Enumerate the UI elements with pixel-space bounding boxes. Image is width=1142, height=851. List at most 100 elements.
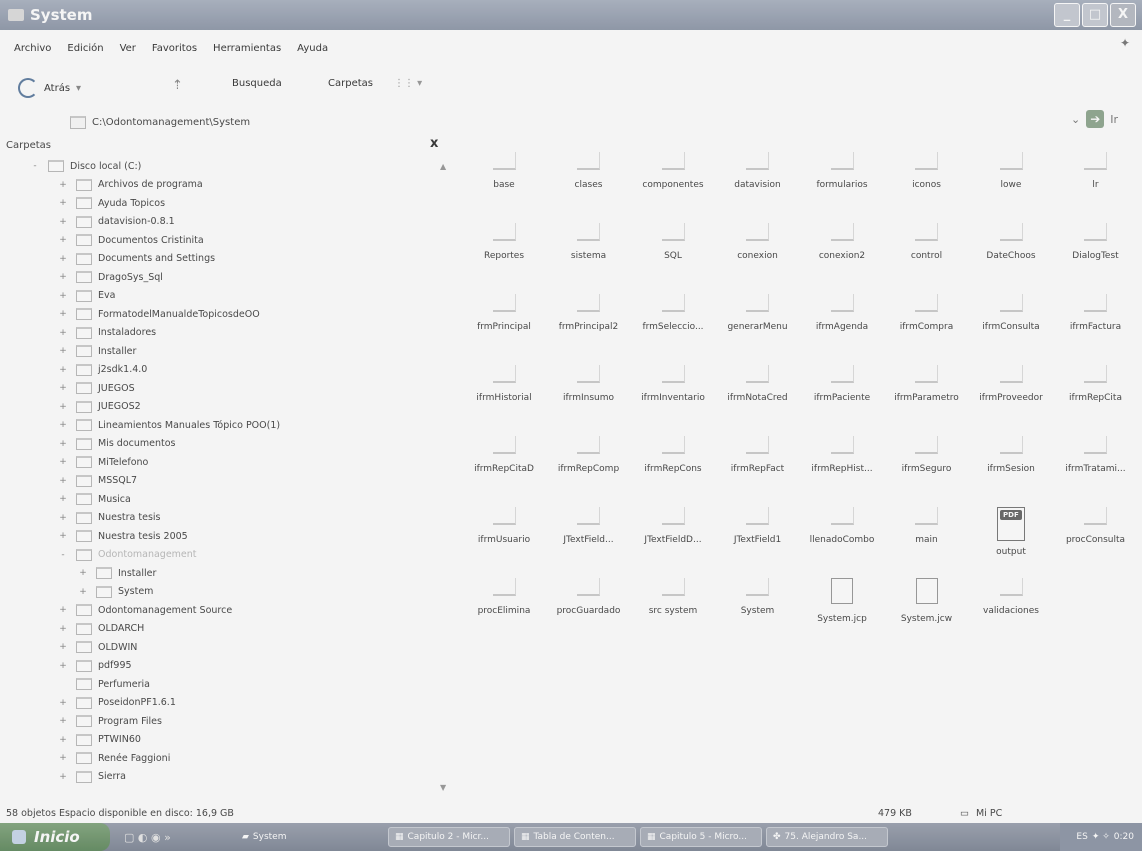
file-item[interactable]: ifrmInsumo: [547, 365, 631, 429]
expand-toggle[interactable]: +: [58, 605, 68, 615]
file-item[interactable]: formularios: [800, 152, 884, 216]
file-item[interactable]: sistema: [547, 223, 631, 287]
expand-toggle[interactable]: +: [58, 753, 68, 763]
file-item[interactable]: ifrmNotaCred: [716, 365, 800, 429]
expand-toggle[interactable]: +: [58, 698, 68, 708]
file-item[interactable]: validaciones: [969, 578, 1053, 642]
expand-toggle[interactable]: +: [58, 198, 68, 208]
task-capitulo-5[interactable]: ▦ Capitulo 5 - Micro...: [640, 827, 762, 847]
expand-toggle[interactable]: +: [58, 291, 68, 301]
file-item[interactable]: System.jcp: [800, 578, 884, 642]
file-item[interactable]: Reportes: [462, 223, 546, 287]
file-item[interactable]: lr: [1054, 152, 1138, 216]
views-button[interactable]: ⋮⋮ ▾: [394, 78, 422, 89]
expand-toggle[interactable]: +: [58, 439, 68, 449]
menu-ver[interactable]: Ver: [120, 43, 136, 54]
tree-node[interactable]: + Musica: [58, 493, 131, 505]
file-item[interactable]: JTextField...: [547, 507, 631, 571]
file-item[interactable]: ifrmUsuario: [462, 507, 546, 571]
expand-toggle[interactable]: -: [58, 550, 68, 560]
file-item[interactable]: DateChoos: [969, 223, 1053, 287]
expand-toggle[interactable]: +: [58, 272, 68, 282]
task-tabla-contenido[interactable]: ▦ Tabla de Conten...: [514, 827, 636, 847]
file-item[interactable]: llenadoCombo: [800, 507, 884, 571]
expand-toggle[interactable]: -: [30, 161, 40, 171]
tree-node[interactable]: + Nuestra tesis: [58, 511, 161, 524]
tree-node[interactable]: + Instaladores: [58, 326, 156, 339]
file-item[interactable]: procConsulta: [1054, 507, 1138, 571]
task-capitulo-2[interactable]: ▦ Capitulo 2 - Micr...: [388, 827, 510, 847]
file-item[interactable]: ifrmHistorial: [462, 365, 546, 429]
file-item[interactable]: ifrmInventario: [631, 365, 715, 429]
tree-node[interactable]: + datavision-0.8.1: [58, 215, 175, 228]
expand-toggle[interactable]: +: [58, 624, 68, 634]
expand-toggle[interactable]: +: [78, 587, 88, 597]
task-system[interactable]: ▰ System: [236, 827, 326, 847]
file-item[interactable]: datavision: [716, 152, 800, 216]
expand-toggle[interactable]: +: [58, 365, 68, 375]
tree-node[interactable]: + Lineamientos Manuales Tópico POO(1): [58, 419, 280, 431]
file-item[interactable]: control: [885, 223, 969, 287]
tree-node[interactable]: + DragoSys_Sql: [58, 271, 163, 283]
scroll-up-icon[interactable]: ▲: [440, 162, 446, 171]
file-item[interactable]: ifrmParametro: [885, 365, 969, 429]
file-item[interactable]: output: [969, 507, 1053, 571]
expand-toggle[interactable]: +: [58, 328, 68, 338]
file-item[interactable]: ifrmTratami...: [1054, 436, 1138, 500]
start-button[interactable]: Inicio: [0, 823, 110, 851]
menu-ayuda[interactable]: Ayuda: [297, 43, 328, 54]
file-item[interactable]: procGuardado: [547, 578, 631, 642]
folders-button[interactable]: Carpetas: [328, 78, 373, 89]
tree-node[interactable]: + OLDWIN: [58, 641, 137, 653]
maximize-button[interactable]: □: [1082, 3, 1108, 27]
tree-node[interactable]: + OLDARCH: [58, 622, 144, 635]
expand-toggle[interactable]: +: [58, 642, 68, 652]
minimize-button[interactable]: _: [1054, 3, 1080, 27]
file-item[interactable]: procElimina: [462, 578, 546, 642]
expand-toggle[interactable]: +: [58, 383, 68, 393]
expand-toggle[interactable]: +: [58, 735, 68, 745]
file-item[interactable]: ifrmRepHist...: [800, 436, 884, 500]
tree-node[interactable]: + Documentos Cristinita: [58, 234, 204, 246]
expand-toggle[interactable]: +: [58, 235, 68, 245]
tree-node[interactable]: - Disco local (C:): [30, 160, 141, 172]
expand-toggle[interactable]: +: [58, 309, 68, 319]
search-button[interactable]: Busqueda: [232, 78, 282, 89]
menu-archivo[interactable]: Archivo: [14, 43, 51, 54]
menu-favoritos[interactable]: Favoritos: [152, 43, 197, 54]
file-item[interactable]: conexion: [716, 223, 800, 287]
file-item[interactable]: ifrmRepCitaD: [462, 436, 546, 500]
file-item[interactable]: ifrmRepComp: [547, 436, 631, 500]
tree-node[interactable]: + Program Files: [58, 715, 162, 727]
close-button[interactable]: X: [1110, 3, 1136, 27]
expand-toggle[interactable]: +: [58, 661, 68, 671]
tree-node[interactable]: + pdf995: [58, 659, 132, 672]
tree-node[interactable]: + Mis documentos: [58, 437, 176, 450]
tray-icons[interactable]: ✦ ✧: [1092, 832, 1110, 842]
tree-node[interactable]: + MiTelefono: [58, 456, 148, 468]
tree-node[interactable]: + Sierra: [58, 770, 126, 783]
tree-node[interactable]: + MSSQL7: [58, 474, 137, 487]
tree-node[interactable]: - Odontomanagement: [58, 548, 197, 561]
expand-toggle[interactable]: +: [58, 457, 68, 467]
file-item[interactable]: base: [462, 152, 546, 216]
tree-node[interactable]: + Eva: [58, 289, 115, 302]
file-item[interactable]: ifrmPaciente: [800, 365, 884, 429]
file-item[interactable]: clases: [547, 152, 631, 216]
expand-toggle[interactable]: +: [58, 420, 68, 430]
task-alejandro[interactable]: ✤ 75. Alejandro Sa...: [766, 827, 888, 847]
expand-toggle[interactable]: +: [58, 346, 68, 356]
file-item[interactable]: ifrmRepCita: [1054, 365, 1138, 429]
file-item[interactable]: DialogTest: [1054, 223, 1138, 287]
tree-node[interactable]: + PTWIN60: [58, 733, 141, 746]
expand-toggle[interactable]: +: [58, 217, 68, 227]
tree-node[interactable]: + Installer: [58, 345, 136, 357]
expand-toggle[interactable]: +: [58, 402, 68, 412]
file-item[interactable]: JTextFieldD...: [631, 507, 715, 571]
language-indicator[interactable]: ES: [1076, 832, 1087, 842]
go-button[interactable]: ➔: [1086, 110, 1105, 128]
expand-toggle[interactable]: +: [58, 772, 68, 782]
file-item[interactable]: JTextField1: [716, 507, 800, 571]
tree-node[interactable]: + Archivos de programa: [58, 178, 203, 191]
file-item[interactable]: iconos: [885, 152, 969, 216]
